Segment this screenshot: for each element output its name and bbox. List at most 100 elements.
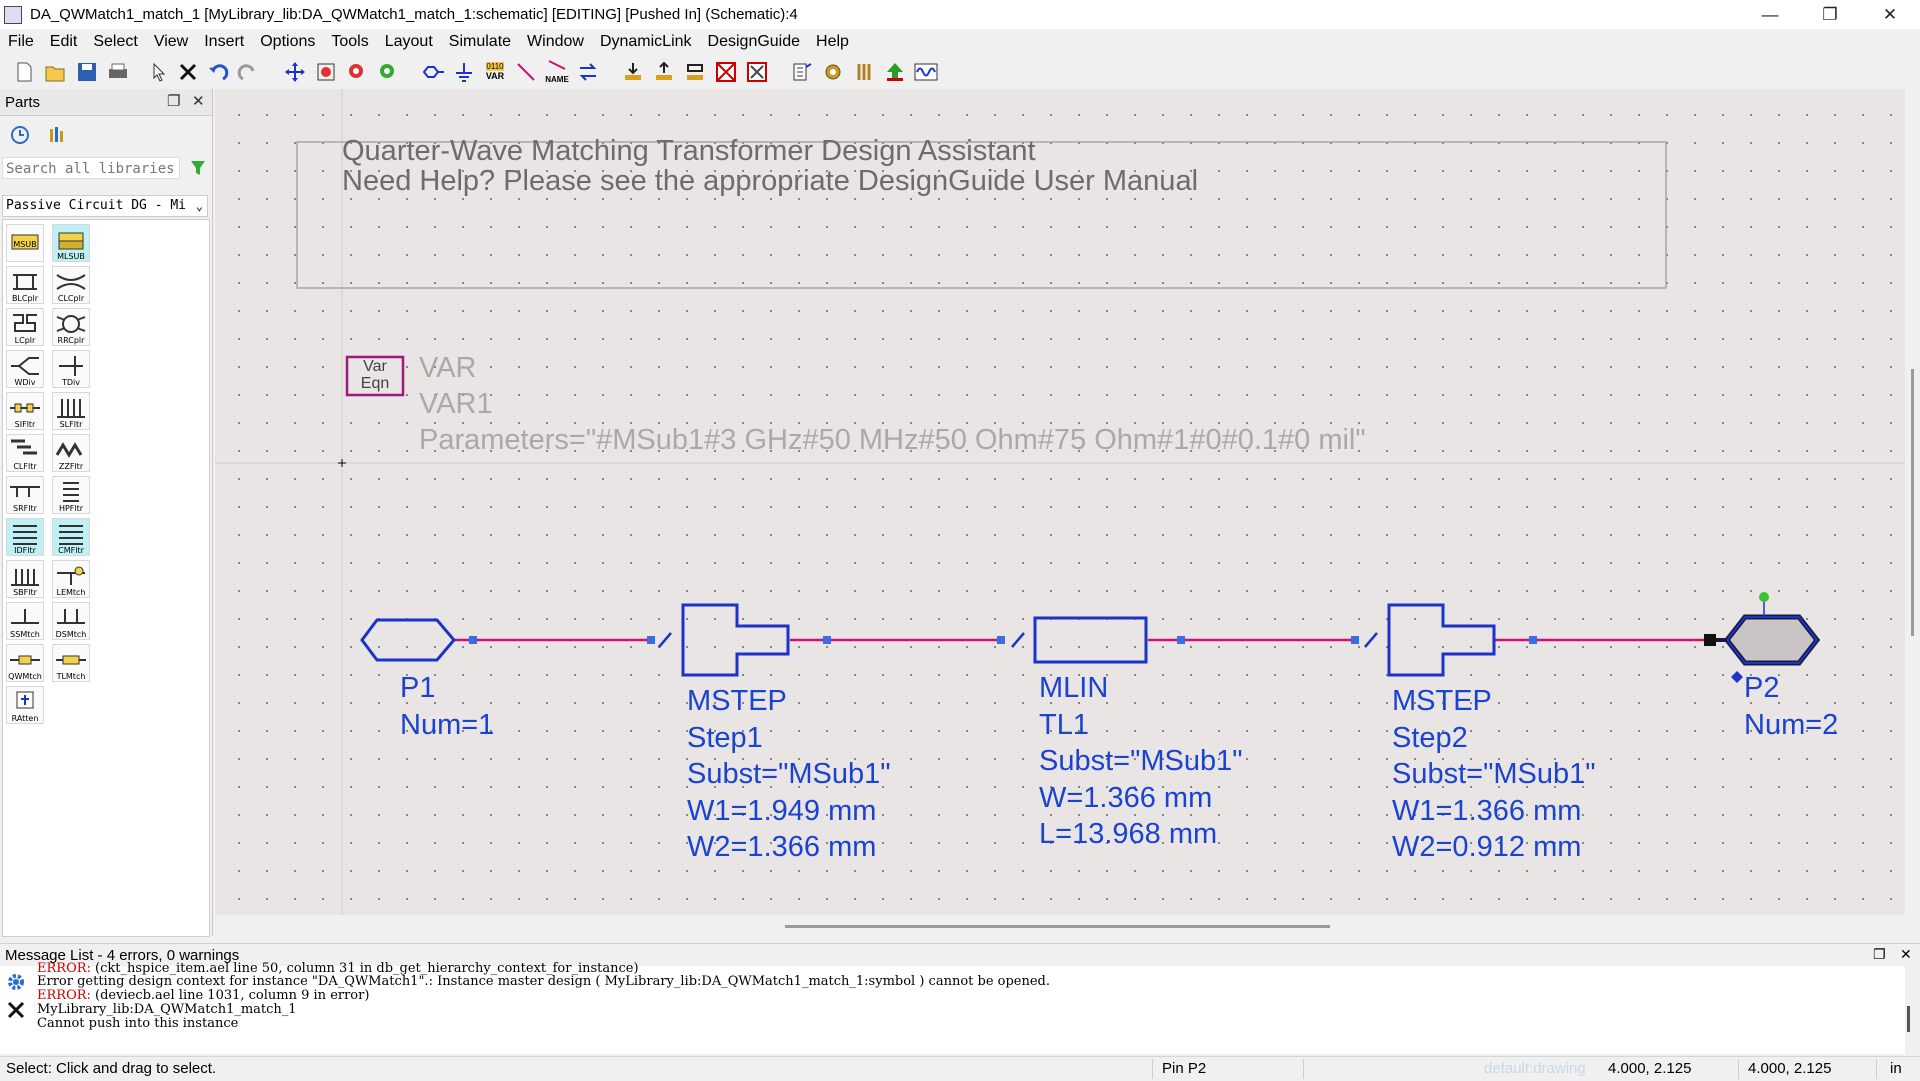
zoom-out-icon[interactable] [345,60,369,84]
menu-simulate[interactable]: Simulate [441,29,519,55]
redo-icon[interactable] [236,60,260,84]
netlist-icon[interactable] [790,60,814,84]
part-ratten[interactable]: RAtten [6,686,44,724]
message-dock-button[interactable]: ❐ [1873,946,1886,963]
parts-palette: MSUB MLSUB BLCplr CLCplr LCplr RRCplr WD… [2,219,210,937]
tuning-icon[interactable] [821,60,845,84]
settings-gear-icon[interactable] [6,972,26,997]
menu-designguide[interactable]: DesignGuide [700,29,809,55]
component-step2[interactable] [1387,603,1497,677]
history-icon[interactable] [10,125,30,150]
part-wdiv[interactable]: WDiv [6,350,44,388]
probe-icon[interactable] [852,60,876,84]
message-text: Cannot push into this instance [37,1016,239,1031]
part-sifltr[interactable]: SIFltr [6,392,44,430]
minimize-button[interactable]: — [1740,0,1800,29]
select-arrow-icon[interactable] [147,60,171,84]
port-icon[interactable] [421,60,445,84]
part-tlmtch[interactable]: TLMtch [52,644,90,682]
part-clcplr[interactable]: CLCplr [52,266,90,304]
wire-icon[interactable] [514,60,538,84]
menu-view[interactable]: View [146,29,196,55]
menu-options[interactable]: Options [252,29,323,55]
part-rrcplr[interactable]: RRCplr [52,308,90,346]
delete-icon[interactable] [176,60,200,84]
zoom-in-icon[interactable] [376,60,400,84]
library-browser-icon[interactable] [47,125,67,150]
part-slfltr[interactable]: SLFltr [52,392,90,430]
menu-file[interactable]: File [0,29,42,55]
vertical-scroll-thumb[interactable] [1911,369,1914,636]
part-blcplr[interactable]: BLCplr [6,266,44,304]
part-srfltr[interactable]: SRFltr [6,476,44,514]
new-icon[interactable] [12,60,36,84]
part-clfltr[interactable]: CLFltr [6,434,44,472]
menu-edit[interactable]: Edit [42,29,86,55]
port-p2[interactable] [1723,613,1821,667]
parts-close-button[interactable]: ✕ [192,92,205,110]
open-icon[interactable] [44,60,68,84]
deactivate-icon[interactable] [714,60,738,84]
menu-layout[interactable]: Layout [377,29,441,55]
part-lemtch[interactable]: LEMtch [52,560,90,598]
export-icon[interactable] [883,60,907,84]
port-p1[interactable] [360,617,457,663]
component-tl1[interactable] [1033,616,1148,664]
part-zzfltr[interactable]: ZZFltr [52,434,90,472]
undo-icon[interactable] [206,60,230,84]
move-icon[interactable] [283,60,307,84]
component-step1[interactable] [681,603,791,677]
menu-help[interactable]: Help [808,29,857,55]
pop-icon[interactable] [683,60,707,84]
var-params-label: Parameters="#MSub1#3 GHz#50 MHz#50 Ohm#7… [419,424,1366,456]
menu-tools[interactable]: Tools [323,29,376,55]
vertical-scrollbar[interactable] [1907,89,1920,915]
filter-icon[interactable] [190,159,206,182]
tl1-name: TL1 [1039,709,1089,741]
name-icon[interactable]: NAME [545,60,569,84]
clear-messages-icon[interactable] [6,1000,26,1025]
message-close-button[interactable]: ✕ [1900,946,1912,963]
part-idfltr[interactable]: IDFltr [6,518,44,556]
close-button[interactable]: ✕ [1860,0,1920,29]
part-dsmtch[interactable]: DSMtch [52,602,90,640]
pop-out-icon[interactable] [652,60,676,84]
save-icon[interactable] [75,60,99,84]
horizontal-scroll-thumb[interactable] [785,925,1330,928]
part-ssmtch[interactable]: SSMtch [6,602,44,640]
ground-icon[interactable] [452,60,476,84]
waveform-icon[interactable] [914,60,938,84]
var-icon[interactable]: 0110 VAR [483,60,507,84]
part-msub[interactable]: MSUB [6,224,44,262]
parts-search-input[interactable]: Search all libraries [2,157,180,179]
status-layer[interactable]: default:drawing [1484,1060,1586,1077]
part-qwmtch[interactable]: QWMtch [6,644,44,682]
part-label: LEMtch [56,588,86,597]
print-icon[interactable] [106,60,130,84]
schematic-canvas[interactable]: Quarter-Wave Matching Transformer Design… [215,89,1905,915]
push-in-icon[interactable] [621,60,645,84]
message-list[interactable]: ERROR: (ckt_hspice_item.ael line 50, col… [0,961,1910,1054]
parts-dock-button[interactable]: ❐ [167,92,180,110]
var-eqn-symbol[interactable]: Var Eqn [347,358,403,392]
message-scroll-thumb[interactable] [1907,1006,1910,1032]
menu-window[interactable]: Window [519,29,592,55]
maximize-button[interactable]: ❐ [1800,0,1860,29]
part-mlsub[interactable]: MLSUB [52,224,90,262]
menu-select[interactable]: Select [85,29,145,55]
parts-header: Parts ❐ ✕ [0,89,212,116]
part-sbfltr[interactable]: SBFltr [6,560,44,598]
part-cmfltr[interactable]: CMFltr [52,518,90,556]
library-select[interactable]: Passive Circuit DG - Mi ⌄ [2,195,208,217]
swap-icon[interactable] [576,60,600,84]
part-tdiv[interactable]: TDiv [52,350,90,388]
window-title: DA_QWMatch1_match_1 [MyLibrary_lib:DA_QW… [30,6,798,23]
var-label: VAR [485,71,505,81]
menu-insert[interactable]: Insert [196,29,252,55]
menu-dynamiclink[interactable]: DynamicLink [592,29,700,55]
part-hpfltr[interactable]: HPFltr [52,476,90,514]
zoom-icon[interactable] [314,60,338,84]
short-icon[interactable] [745,60,769,84]
chevron-down-icon: ⌄ [195,199,203,213]
part-lcplr[interactable]: LCplr [6,308,44,346]
